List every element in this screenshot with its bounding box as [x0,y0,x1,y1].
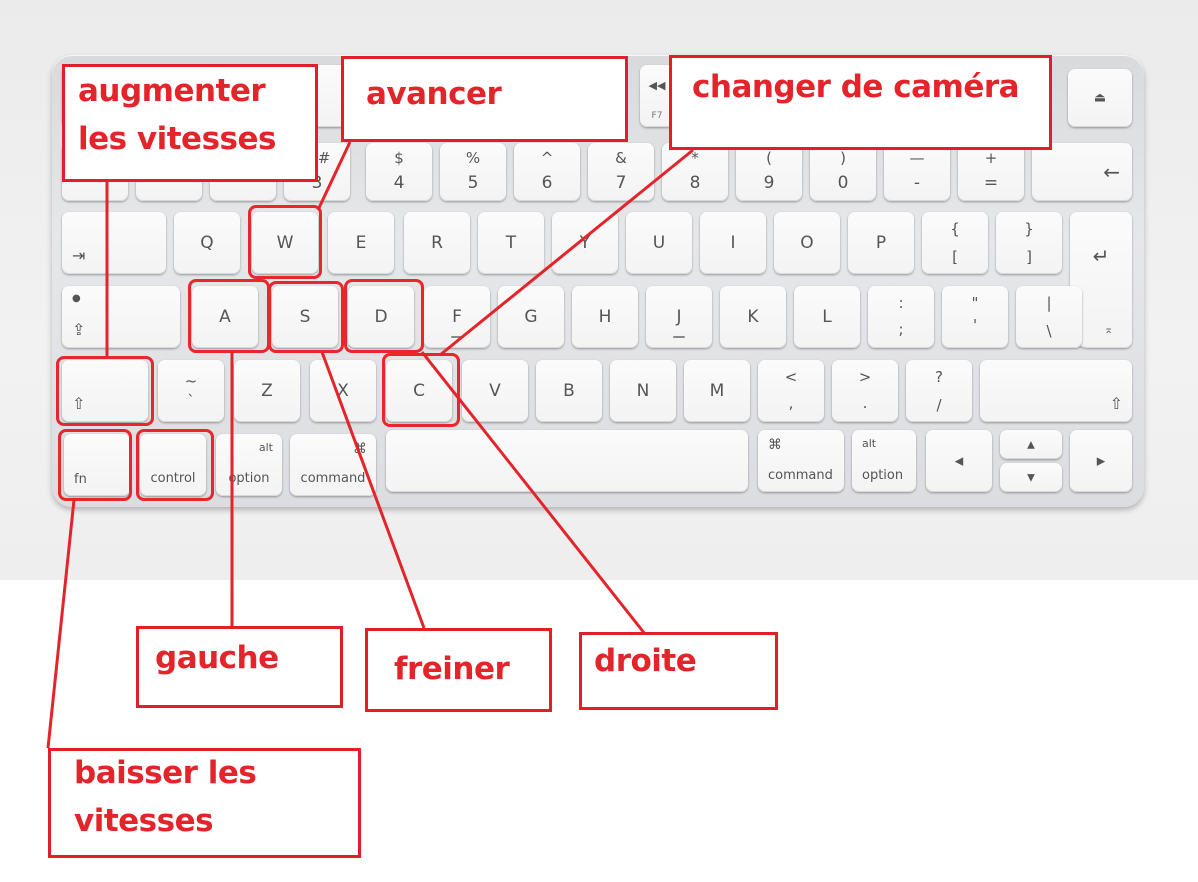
label-gear-up-line2: les vitesses [78,121,276,157]
connector-camera [439,148,694,357]
label-forward: avancer [341,56,628,142]
label-camera-text: changer de caméra [692,69,1020,105]
label-left: gauche [136,626,343,708]
connector-brake [320,351,426,629]
label-right: droite [579,632,778,710]
connector-right [420,351,647,635]
label-gear-down-line2: vitesses [74,803,214,839]
label-brake: freiner [365,628,552,712]
connector-gear-down [46,499,76,749]
label-gear-up-line1: augmenter [78,73,266,109]
label-right-text: droite [594,643,697,679]
label-brake-text: freiner [394,651,510,687]
label-forward-text: avancer [366,76,502,112]
label-gear-down: baisser les vitesses [48,748,361,858]
label-gear-down-line1: baisser les [74,755,257,791]
label-camera: changer de caméra [669,55,1052,150]
label-gear-up: augmenter les vitesses [62,64,318,182]
label-left-text: gauche [155,640,279,676]
connector-forward [316,141,352,211]
